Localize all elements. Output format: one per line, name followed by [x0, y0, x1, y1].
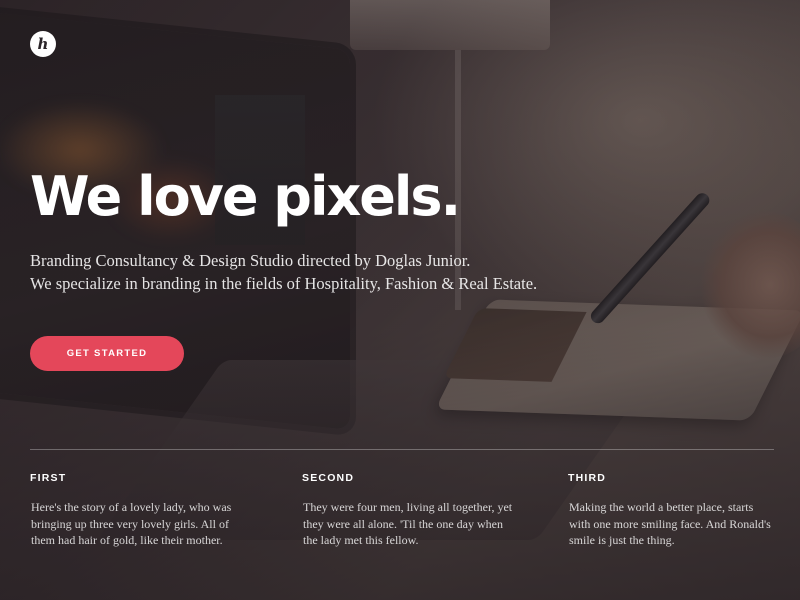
feature-text-line: them had hair of gold, like their mother…: [31, 533, 223, 547]
logo-icon[interactable]: h: [30, 31, 56, 57]
feature-text: They were four men, living all together,…: [302, 499, 532, 549]
section-divider: [30, 449, 774, 450]
feature-text: Here's the story of a lovely lady, who w…: [30, 499, 260, 549]
tagline-line: We specialize in branding in the fields …: [30, 274, 538, 293]
feature-text-line: They were four men, living all together,…: [303, 500, 513, 514]
get-started-button[interactable]: GET STARTED: [30, 336, 184, 371]
feature-column-first: FIRST Here's the story of a lovely lady,…: [30, 472, 260, 549]
feature-column-second: SECOND They were four men, living all to…: [302, 472, 532, 549]
feature-title: SECOND: [302, 472, 355, 484]
hero-tagline: Branding Consultancy & Design Studio dir…: [30, 249, 590, 295]
feature-text-line: with one more smiling face. And Ronald's: [569, 516, 771, 531]
tagline-line: Branding Consultancy & Design Studio dir…: [30, 251, 471, 270]
feature-title: THIRD: [568, 472, 607, 484]
feature-text-line: bringing up three very lovely girls. All…: [31, 516, 229, 531]
logo-glyph: h: [37, 34, 49, 53]
feature-text-line: smile is just the thing.: [569, 533, 675, 547]
feature-text-line: they were all alone. 'Til the one day wh…: [303, 516, 503, 531]
feature-title: FIRST: [30, 472, 67, 484]
page-title: We love pixels.: [30, 165, 461, 228]
feature-text-line: the lady met this fellow.: [303, 533, 419, 547]
feature-text-line: Making the world a better place, starts: [569, 500, 754, 514]
feature-text: Making the world a better place, starts …: [568, 499, 798, 549]
feature-text-line: Here's the story of a lovely lady, who w…: [31, 500, 232, 514]
feature-column-third: THIRD Making the world a better place, s…: [568, 472, 798, 549]
